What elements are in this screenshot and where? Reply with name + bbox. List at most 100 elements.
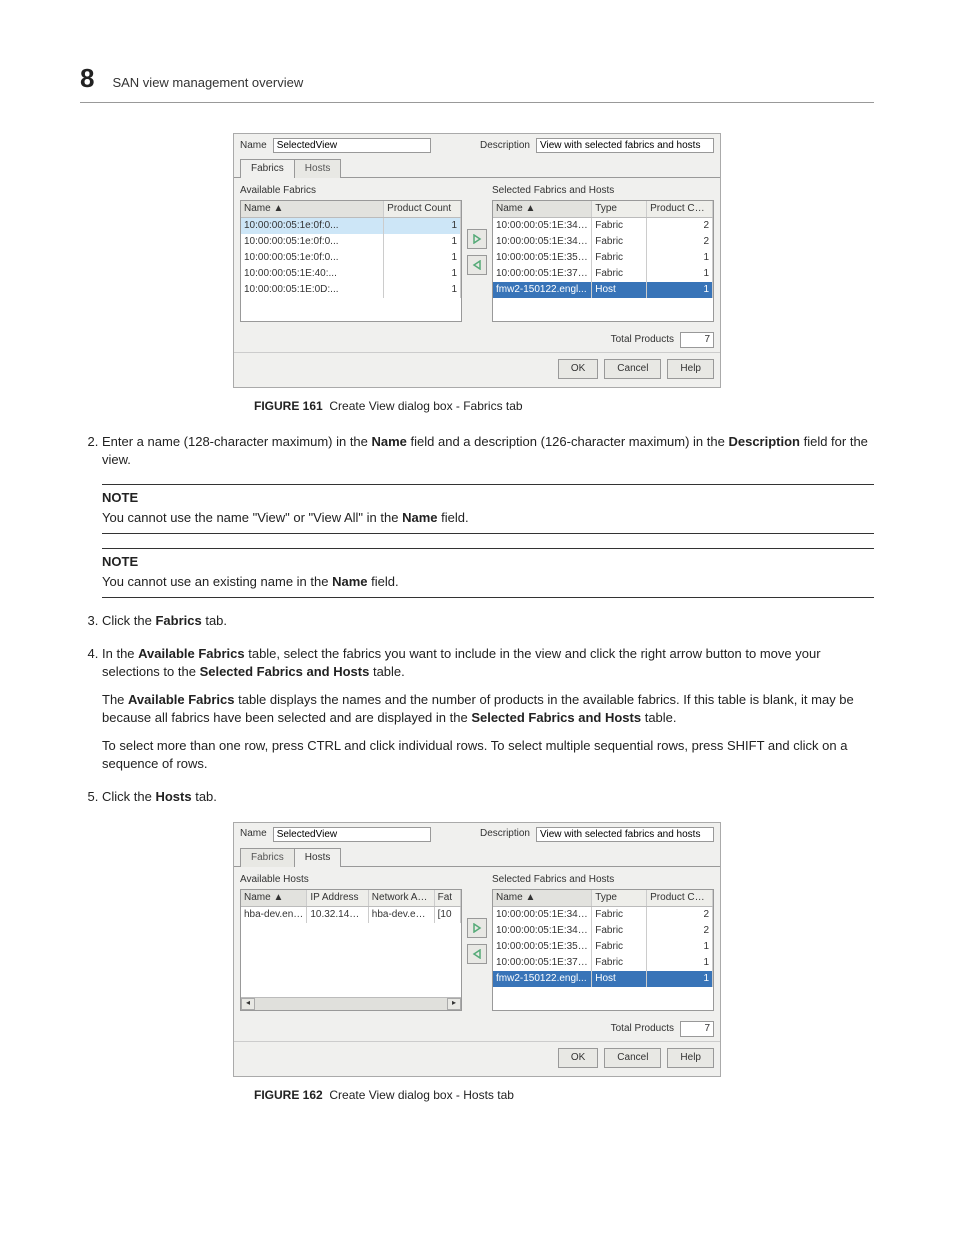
name-input[interactable] (273, 138, 431, 153)
caption-text: Create View dialog box - Fabrics tab (329, 399, 522, 413)
col-type[interactable]: Type (592, 201, 647, 218)
table-row: 10:00:00:05:1E:34:...Fabric2 (493, 906, 713, 923)
step-4-p3: To select more than one row, press CTRL … (102, 737, 874, 773)
available-fabrics-table[interactable]: Name ▲ Product Count 10:00:00:05:1e:0f:0… (240, 200, 462, 322)
total-products-value: 7 (680, 332, 714, 348)
total-products-value: 7 (680, 1021, 714, 1037)
move-right-button[interactable] (467, 229, 487, 249)
name-label: Name (240, 139, 267, 153)
table-row: 10:00:00:05:1E:35:...Fabric1 (493, 939, 713, 955)
col-type[interactable]: Type (592, 890, 647, 907)
chapter-number: 8 (80, 60, 94, 96)
table-row: 10:00:00:05:1E:34:...Fabric2 (493, 234, 713, 250)
table-row: 10:00:00:05:1e:0f:0...1 (241, 250, 461, 266)
available-fabrics-panel: Available Fabrics Name ▲ Product Count 1… (240, 182, 462, 322)
table-row: 10:00:00:05:1e:0f:0...1 (241, 218, 461, 235)
col-name[interactable]: Name ▲ (493, 201, 592, 218)
table-row: 10:00:00:05:1E:34:...Fabric2 (493, 218, 713, 235)
description-label: Description (480, 139, 530, 153)
caption-text: Create View dialog box - Hosts tab (329, 1088, 514, 1102)
name-label: Name (240, 827, 267, 841)
steps-list-2: Click the Fabrics tab. In the Available … (80, 612, 874, 806)
tab-fabrics[interactable]: Fabrics (240, 159, 295, 178)
available-fabrics-title: Available Fabrics (240, 184, 462, 198)
description-input[interactable] (536, 827, 714, 842)
table-row: 10:00:00:05:1e:0f:0...1 (241, 234, 461, 250)
total-row: Total Products 7 (234, 328, 720, 352)
selected-panel: Selected Fabrics and Hosts Name ▲ Type P… (492, 182, 714, 322)
table-row: fmw2-150122.engl...Host1 (493, 971, 713, 987)
figure-162-caption: FIGURE 162 Create View dialog box - Host… (254, 1087, 874, 1104)
figure-161-caption: FIGURE 161 Create View dialog box - Fabr… (254, 398, 874, 415)
create-view-dialog-hosts: Name Description Fabrics Hosts Available… (233, 822, 721, 1077)
table-row: hba-dev.engl...10.32.149.194hba-dev.engl… (241, 906, 461, 923)
col-product-count[interactable]: Product Count (647, 201, 713, 218)
col-name[interactable]: Name ▲ (241, 890, 307, 907)
table-row: 10:00:00:05:1E:37:...Fabric1 (493, 266, 713, 282)
col-name[interactable]: Name ▲ (241, 201, 384, 218)
tab-hosts[interactable]: Hosts (294, 159, 342, 178)
help-button[interactable]: Help (667, 1048, 714, 1068)
name-input[interactable] (273, 827, 431, 842)
tab-strip: Fabrics Hosts (240, 848, 714, 867)
scroll-left-icon[interactable]: ◂ (241, 998, 255, 1010)
total-row: Total Products 7 (234, 1017, 720, 1041)
description-input[interactable] (536, 138, 714, 153)
tab-hosts[interactable]: Hosts (294, 848, 342, 867)
selected-table[interactable]: Name ▲ Type Product Count 10:00:00:05:1E… (492, 200, 714, 322)
selected-title: Selected Fabrics and Hosts (492, 184, 714, 198)
caption-label: FIGURE 162 (254, 1088, 323, 1102)
total-products-label: Total Products (611, 1022, 674, 1036)
available-hosts-title: Available Hosts (240, 873, 462, 887)
arrow-column (466, 871, 488, 1011)
note-title: NOTE (102, 489, 874, 507)
table-row: 10:00:00:05:1E:35:...Fabric1 (493, 250, 713, 266)
selected-panel: Selected Fabrics and Hosts Name ▲ Type P… (492, 871, 714, 1011)
selected-table[interactable]: Name ▲ Type Product Count 10:00:00:05:1E… (492, 889, 714, 1011)
button-row: OK Cancel Help (234, 1041, 720, 1076)
table-row: 10:00:00:05:1E:34:...Fabric2 (493, 923, 713, 939)
col-product-count[interactable]: Product Count (647, 890, 713, 907)
col-net-addr[interactable]: Network Address (368, 890, 434, 907)
col-ip[interactable]: IP Address (307, 890, 368, 907)
arrow-column (466, 182, 488, 322)
dialog-header-row: Name Description (234, 823, 720, 844)
create-view-dialog-fabrics: Name Description Fabrics Hosts Available… (233, 133, 721, 388)
scroll-right-icon[interactable]: ▸ (447, 998, 461, 1010)
horizontal-scrollbar[interactable]: ◂ ▸ (241, 997, 461, 1010)
step-5: Click the Hosts tab. (102, 788, 874, 806)
note-1: NOTE You cannot use the name "View" or "… (102, 484, 874, 534)
chapter-title: SAN view management overview (112, 74, 303, 92)
move-right-button[interactable] (467, 918, 487, 938)
dialog-header-row: Name Description (234, 134, 720, 155)
tab-fabrics[interactable]: Fabrics (240, 848, 295, 867)
caption-label: FIGURE 161 (254, 399, 323, 413)
note-title: NOTE (102, 553, 874, 571)
help-button[interactable]: Help (667, 359, 714, 379)
move-left-button[interactable] (467, 944, 487, 964)
table-row: fmw2-150122.engl...Host1 (493, 282, 713, 298)
tab-strip: Fabrics Hosts (240, 159, 714, 178)
cancel-button[interactable]: Cancel (604, 359, 661, 379)
note-2: NOTE You cannot use an existing name in … (102, 548, 874, 598)
step-3: Click the Fabrics tab. (102, 612, 874, 630)
col-product-count[interactable]: Product Count (384, 201, 461, 218)
table-row: 10:00:00:05:1E:40:...1 (241, 266, 461, 282)
table-row: 10:00:00:05:1E:37:...Fabric1 (493, 955, 713, 971)
step-4: In the Available Fabrics table, select t… (102, 645, 874, 774)
available-hosts-table[interactable]: Name ▲ IP Address Network Address Fat hb… (240, 889, 462, 1011)
available-hosts-panel: Available Hosts Name ▲ IP Address Networ… (240, 871, 462, 1011)
col-name[interactable]: Name ▲ (493, 890, 592, 907)
note-body: You cannot use an existing name in the N… (102, 573, 874, 591)
table-row: 10:00:00:05:1E:0D:...1 (241, 282, 461, 298)
cancel-button[interactable]: Cancel (604, 1048, 661, 1068)
button-row: OK Cancel Help (234, 352, 720, 387)
total-products-label: Total Products (611, 333, 674, 347)
move-left-button[interactable] (467, 255, 487, 275)
ok-button[interactable]: OK (558, 1048, 598, 1068)
description-label: Description (480, 827, 530, 841)
page-header: 8 SAN view management overview (80, 60, 874, 103)
step-2: Enter a name (128-character maximum) in … (102, 433, 874, 469)
ok-button[interactable]: OK (558, 359, 598, 379)
col-fat[interactable]: Fat (434, 890, 460, 907)
